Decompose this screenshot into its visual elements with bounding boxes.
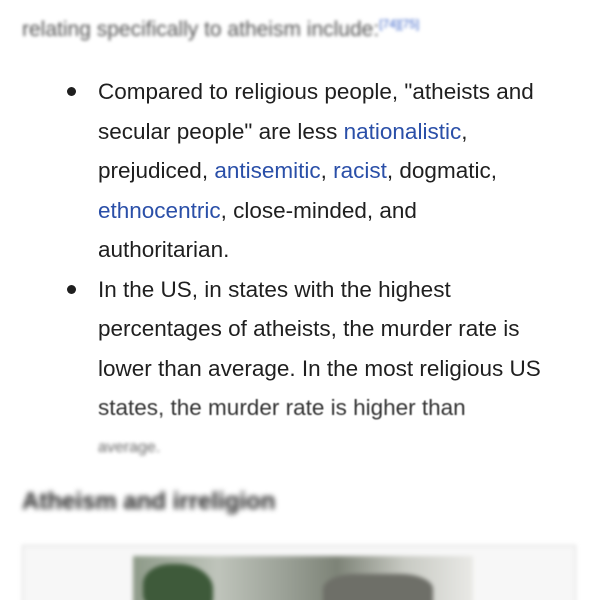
bullet-icon xyxy=(67,87,76,96)
bullet-text: , dogmatic, xyxy=(386,158,497,183)
bullet-line: states, the murder rate is higher than xyxy=(98,395,466,420)
bullet-icon xyxy=(67,284,76,294)
bullet-line: lower than average. In the most religiou… xyxy=(98,355,541,381)
link-ethnocentric[interactable]: ethnocentric xyxy=(98,198,221,223)
bullet-line: authoritarian. xyxy=(98,237,230,262)
bullet-line: average. xyxy=(98,438,161,456)
bullet-line: ethnocentric, close-minded, and xyxy=(98,191,584,231)
stone-shape xyxy=(323,574,433,600)
intro-paragraph: relating specifically to atheism include… xyxy=(22,10,592,50)
bullet-text: secular people" are less xyxy=(98,118,344,144)
bullet-text: , xyxy=(461,118,468,144)
link-racist[interactable]: racist xyxy=(333,158,387,183)
bullet-text: prejudiced, xyxy=(98,158,215,183)
list-item: In the US, in states with the highest pe… xyxy=(0,270,600,468)
list-item: Compared to religious people, "atheists … xyxy=(0,72,600,270)
bullet-line: percentages of atheists, the murder rate… xyxy=(98,316,520,341)
bullet-text: , close-minded, and xyxy=(220,197,417,223)
tree-shape xyxy=(143,564,213,600)
figure-thumbnail[interactable] xyxy=(22,545,576,600)
figure-image[interactable] xyxy=(133,556,473,600)
bullet-line: prejudiced, antisemitic, racist, dogmati… xyxy=(98,151,584,191)
bullet-line: secular people" are less nationalistic, xyxy=(98,112,584,152)
intro-text: relating specifically to atheism include… xyxy=(22,18,380,41)
link-nationalistic[interactable]: nationalistic xyxy=(344,119,462,144)
bullet-text: , xyxy=(320,158,334,183)
link-antisemitic[interactable]: antisemitic xyxy=(214,158,320,183)
section-heading: Atheism and irreligion xyxy=(22,488,276,515)
bullet-line: In the US, in states with the highest xyxy=(98,276,451,302)
citation-link[interactable]: [74][75] xyxy=(379,17,419,31)
bullet-list: Compared to religious people, "atheists … xyxy=(0,72,600,467)
bullet-line: Compared to religious people, "atheists … xyxy=(98,79,534,104)
